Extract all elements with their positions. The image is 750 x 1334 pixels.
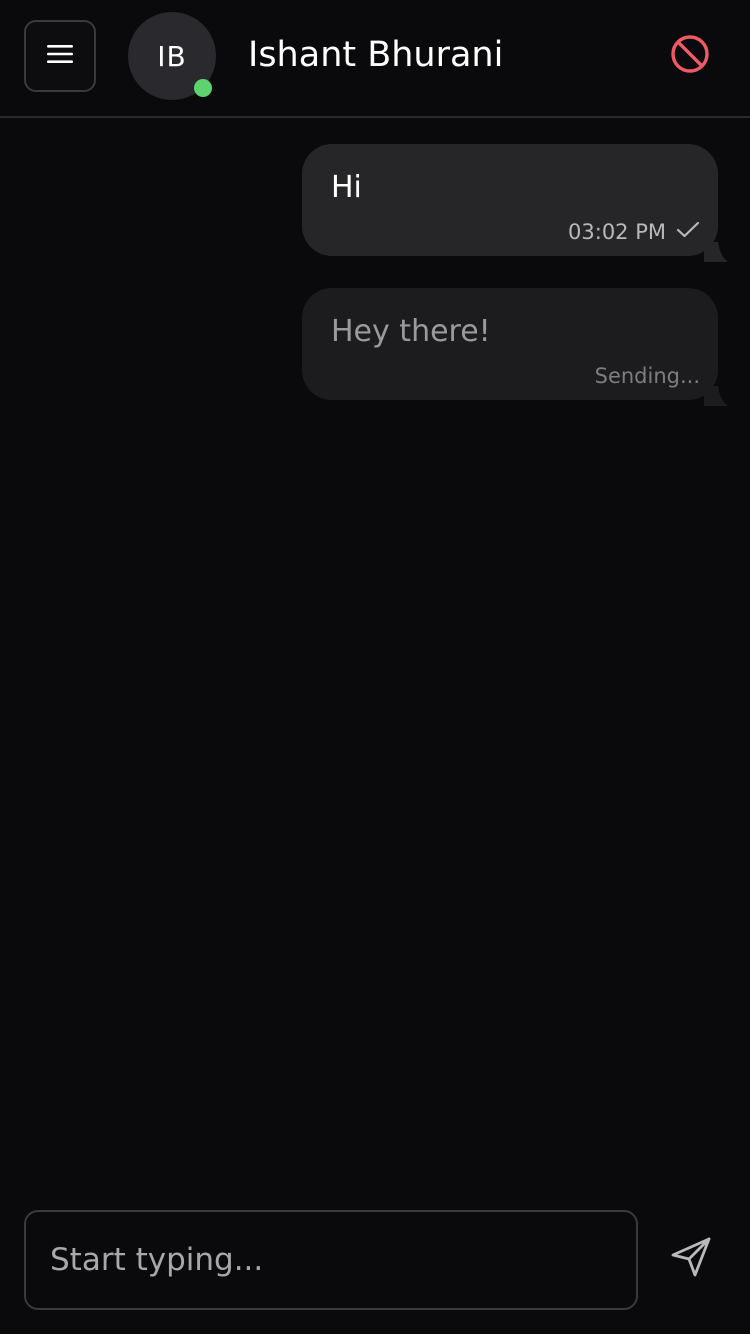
send-icon: [669, 1235, 713, 1283]
message-meta: 03:02 PM: [568, 220, 700, 244]
checkmark-icon: [676, 220, 700, 244]
block-icon: [670, 34, 710, 78]
contact-name[interactable]: Ishant Bhurani: [248, 32, 503, 78]
hamburger-menu-icon: [47, 44, 73, 68]
message-text: Hi: [331, 170, 362, 205]
block-user-button[interactable]: [668, 34, 712, 78]
bubble-tail: [704, 242, 728, 262]
message-status: Sending...: [594, 364, 700, 388]
message-bubble-pending[interactable]: Hey there! Sending...: [302, 288, 728, 406]
message-composer: [24, 1210, 638, 1310]
online-status-indicator: [194, 79, 212, 97]
avatar-initials: IB: [157, 39, 187, 73]
menu-button[interactable]: [24, 20, 96, 92]
message-time: 03:02 PM: [568, 220, 666, 244]
send-button[interactable]: [664, 1232, 718, 1286]
message-meta: Sending...: [595, 364, 700, 388]
message-input[interactable]: [26, 1212, 636, 1308]
message-bubble-sent[interactable]: Hi 03:02 PM: [302, 144, 728, 262]
chat-header: IB Ishant Bhurani: [0, 0, 750, 118]
message-text: Hey there!: [331, 314, 491, 349]
bubble-tail: [704, 386, 728, 406]
